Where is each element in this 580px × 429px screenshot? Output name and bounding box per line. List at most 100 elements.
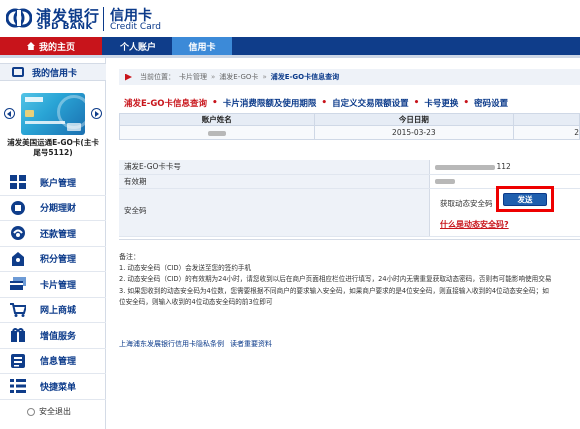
important-info-link[interactable]: 读者重要资料 <box>230 339 272 349</box>
breadcrumb-item[interactable]: 浦发E-GO卡 <box>219 72 258 82</box>
account-name-cell <box>119 125 315 140</box>
cid-label: 安全码 <box>119 188 430 237</box>
card-name: 浦发美国运通E-GO卡(主卡尾号5112) <box>7 138 99 157</box>
col-extra <box>513 113 580 126</box>
col-today-date: 今日日期 <box>313 113 515 126</box>
tab-password[interactable]: 密码设置 <box>474 97 508 109</box>
breadcrumb-prefix: 当前位置： <box>140 73 175 81</box>
card-number-suffix: 112 <box>496 162 511 172</box>
sidebar-item-repayment[interactable]: 还款管理 <box>0 221 106 247</box>
card-icon <box>10 276 26 292</box>
tab-separator: • <box>321 98 328 108</box>
installment-icon <box>10 200 26 216</box>
section-divider <box>119 239 580 240</box>
card-carousel: 浦发美国运通E-GO卡(主卡尾号5112) <box>0 86 106 170</box>
sidebar-menu: 账户管理 分期理财 还款管理 积分管理 卡片管理 网上商城 增值服务 信息管理 … <box>0 170 106 400</box>
card-number-row: 浦发E-GO卡卡号 112 <box>119 160 580 175</box>
sidebar-item-label: 快捷菜单 <box>40 382 77 393</box>
privacy-link[interactable]: 上海浦东发展银行信用卡隐私条例 <box>119 339 224 349</box>
today-date-cell: 2015-03-23 <box>313 125 515 140</box>
sidebar-item-label: 卡片管理 <box>40 280 77 291</box>
sidebar-item-label: 还款管理 <box>40 229 77 240</box>
main-nav: 我的主页 个人账户 信用卡 <box>0 37 580 55</box>
tab-custom-limit[interactable]: 自定义交易限额设置 <box>332 97 409 109</box>
tab-card-change[interactable]: 卡号更换 <box>424 97 458 109</box>
sidebar-item-card[interactable]: 卡片管理 <box>0 272 106 298</box>
send-button[interactable]: 发送 <box>503 193 547 206</box>
home-icon <box>26 42 35 50</box>
logout-icon <box>27 407 35 416</box>
sidebar-item-mall[interactable]: 网上商城 <box>0 298 106 323</box>
get-dynamic-code-label: 获取动态安全码 <box>440 199 493 208</box>
nav-home-label: 我的主页 <box>38 42 75 53</box>
header-divider <box>103 7 104 31</box>
col-account-name: 账户姓名 <box>119 113 315 126</box>
card-number-value: 112 <box>429 160 580 175</box>
credit-card-icon <box>12 67 24 77</box>
breadcrumb-current: 浦发E-GO卡信息查询 <box>270 73 340 81</box>
breadcrumb-separator: » <box>262 73 267 81</box>
redacted-expiry <box>434 179 455 184</box>
breadcrumb-item[interactable]: 卡片管理 <box>179 72 207 82</box>
logout-label: 安全退出 <box>39 407 71 416</box>
sidebar-item-installment[interactable]: 分期理财 <box>0 196 106 221</box>
mall-icon <box>10 302 26 318</box>
my-cards-title: 我的信用卡 <box>32 68 78 79</box>
sidebar-item-label: 账户管理 <box>40 178 77 189</box>
note-line: 1. 动态安全码（CID）会发送至您的签约手机 <box>119 264 252 273</box>
sidebar-item-account[interactable]: 账户管理 <box>0 170 106 196</box>
what-is-cid-link[interactable]: 什么是动态安全码? <box>440 219 509 230</box>
points-icon <box>10 251 26 267</box>
tab-ego-info[interactable]: 浦发E-GO卡信息查询 <box>124 97 207 109</box>
my-cards-header[interactable]: 我的信用卡 <box>0 63 106 81</box>
sidebar-item-info[interactable]: 信息管理 <box>0 349 106 374</box>
page-header: 浦发银行 SPD BANK 信用卡 Credit Card <box>0 0 580 36</box>
sidebar-item-value-added[interactable]: 增值服务 <box>0 323 106 349</box>
breadcrumb-separator: » <box>211 73 216 81</box>
sidebar: 我的信用卡 浦发美国运通E-GO卡(主卡尾号5112) 账户管理 分期理财 还款… <box>0 58 106 429</box>
tab-separator: • <box>413 98 420 108</box>
nav-home[interactable]: 我的主页 <box>0 37 102 55</box>
send-highlight-box: 发送 <box>496 186 554 212</box>
table-header-row: 账户姓名 今日日期 <box>119 113 580 126</box>
note-line: 位安全码，则输入收到的4位动态安全码的前3位即可 <box>119 297 273 306</box>
tab-separator: • <box>463 98 470 108</box>
chevron-right-icon <box>95 110 99 117</box>
sidebar-item-label: 增值服务 <box>40 331 77 342</box>
prev-card-button[interactable] <box>4 108 15 119</box>
expiry-label: 有效期 <box>119 174 430 189</box>
account-icon <box>10 174 26 190</box>
next-card-button[interactable] <box>91 108 102 119</box>
logout-link[interactable]: 安全退出 <box>27 406 71 417</box>
card-number-label: 浦发E-GO卡卡号 <box>119 160 430 175</box>
info-icon <box>10 353 26 369</box>
bank-name-en: SPD BANK <box>37 22 94 32</box>
tab-separator: • <box>212 98 218 108</box>
extra-cell: 2 <box>513 125 580 140</box>
note-line: 2. 动态安全码（CID）的有效期为24小时，请您收到以后在商户页面相应栏位进行… <box>119 275 552 284</box>
value-added-icon <box>10 327 26 343</box>
chevron-left-icon <box>7 110 11 117</box>
tab-credit-card[interactable]: 信用卡 <box>172 37 232 55</box>
sidebar-item-points[interactable]: 积分管理 <box>0 247 106 272</box>
spd-logo-icon <box>6 8 32 28</box>
tab-limit-period[interactable]: 卡片消费限额及使用期限 <box>223 97 317 109</box>
breadcrumb-arrow-icon <box>125 73 132 81</box>
breadcrumb: 当前位置： 卡片管理 » 浦发E-GO卡 » 浦发E-GO卡信息查询 <box>119 69 580 85</box>
notes: 备注： 1. 动态安全码（CID）会发送至您的签约手机 2. 动态安全码（CID… <box>119 252 580 308</box>
sub-tabs: 浦发E-GO卡信息查询 • 卡片消费限额及使用期限 • 自定义交易限额设置 • … <box>124 97 508 109</box>
shortcut-icon <box>10 378 26 394</box>
sidebar-item-shortcut[interactable]: 快捷菜单 <box>0 374 106 400</box>
sidebar-item-label: 网上商城 <box>40 306 77 317</box>
section-title-en: Credit Card <box>110 22 161 32</box>
account-table: 账户姓名 今日日期 2015-03-23 2 <box>119 113 580 140</box>
repayment-icon <box>10 225 26 241</box>
notes-title: 备注： <box>119 253 140 261</box>
card-image[interactable] <box>21 93 85 135</box>
redacted-card-number <box>434 164 495 170</box>
footer-links: 上海浦东发展银行信用卡隐私条例 读者重要资料 <box>119 339 272 349</box>
note-line: 3. 如果您收到的动态安全码为4位数，您需要根据不同商户的要求输入安全码，如果商… <box>119 286 549 295</box>
redacted-name <box>207 130 226 136</box>
tab-personal-account[interactable]: 个人账户 <box>104 37 172 55</box>
sidebar-item-label: 分期理财 <box>40 204 77 215</box>
